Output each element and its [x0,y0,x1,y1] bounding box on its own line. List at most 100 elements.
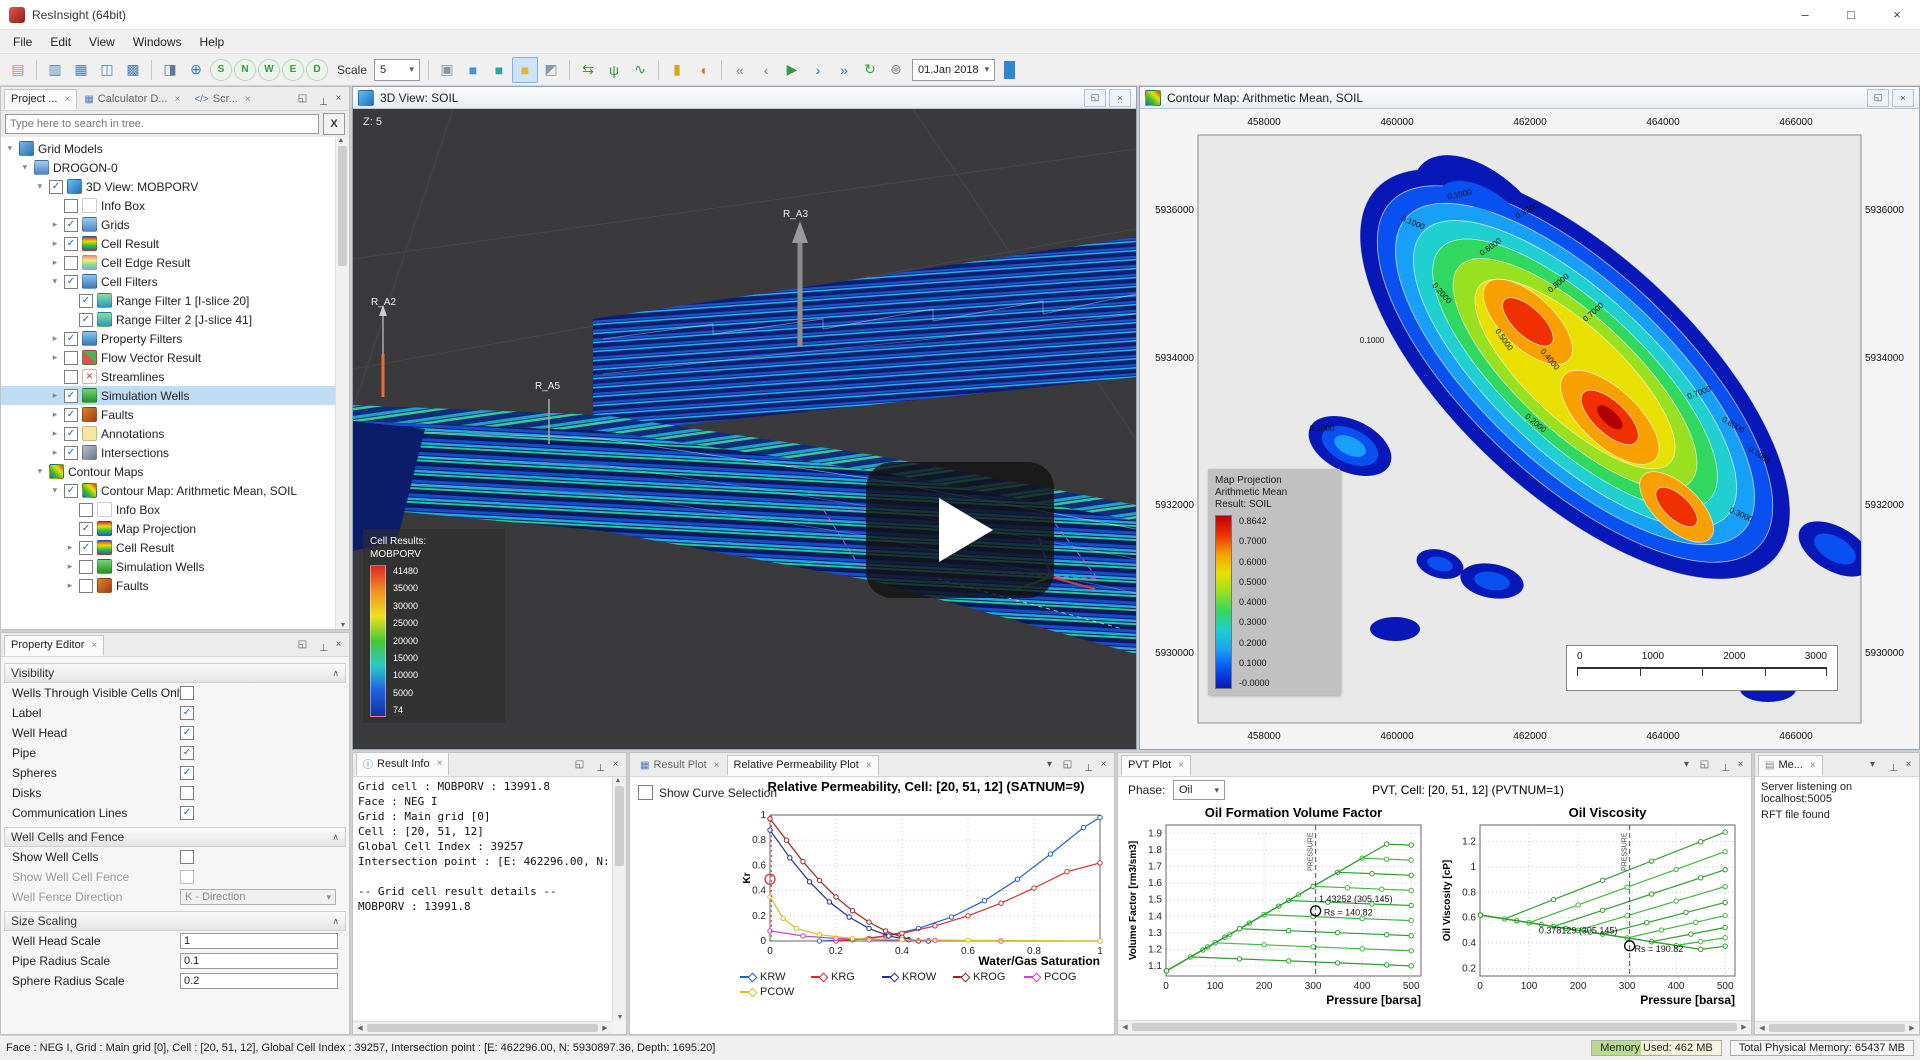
tree-item-checkbox[interactable] [79,503,93,517]
vertical-scrollbar[interactable]: ▲ ▼ [612,777,626,1021]
tree-item-checkbox[interactable] [64,199,78,213]
collapsed-arrow-icon[interactable]: ▸ [65,542,75,553]
create-well-path-button[interactable]: ∿ [627,57,653,83]
close-panel-icon[interactable]: × [608,757,623,772]
legend-item-krw[interactable]: KRW [740,971,811,983]
close-tab-icon[interactable]: × [866,760,872,771]
float-panel-icon[interactable]: ◱ [1060,757,1075,772]
show-grid-box-button[interactable]: ▣ [434,57,460,83]
scroll-left-icon[interactable]: ◀ [355,1024,365,1032]
property-checkbox[interactable] [180,870,194,884]
horizontal-scrollbar[interactable]: ◀ ▶ [1755,1021,1919,1034]
scroll-up-icon[interactable]: ▲ [336,137,346,144]
animation-step-back-button[interactable]: ‹ [753,57,779,83]
tree-item-flow-vector-result[interactable]: ▸Flow Vector Result [1,348,335,367]
scroll-down-icon[interactable]: ▼ [338,622,348,629]
collapsed-arrow-icon[interactable]: ▸ [50,409,60,420]
close-panel-icon[interactable]: × [331,637,346,652]
tree-item-contour-maps[interactable]: ▸Contour Maps [1,462,335,481]
tree-item-faults[interactable]: ▸✓Faults [1,405,335,424]
expanded-arrow-icon[interactable]: ▸ [35,467,46,477]
draw-style-surface-button[interactable]: ■ [460,57,486,83]
animation-settings-button[interactable]: ⊛ [883,57,909,83]
tab-pvt-plot[interactable]: PVT Plot × [1121,755,1191,776]
tree-item-checkbox[interactable]: ✓ [49,180,63,194]
open-project-button[interactable]: ▤ [5,57,31,83]
float-panel-icon[interactable]: ◱ [295,91,310,106]
tree-item-checkbox[interactable]: ✓ [64,389,78,403]
tree-item-grids[interactable]: ▸✓Grids [1,215,335,234]
hide-grid-cells-button[interactable]: ⇆ [575,57,601,83]
close-panel-icon[interactable]: × [331,91,346,106]
fvf-chart[interactable]: 01002003004005001.11.21.31.41.51.61.71.8… [1126,803,1431,1008]
tree-item-checkbox[interactable]: ✓ [64,484,78,498]
scroll-left-icon[interactable]: ◀ [1120,1023,1130,1031]
animation-play-button[interactable]: ▶ [779,57,805,83]
property-checkbox[interactable] [180,686,194,700]
new-plot-main-window-button[interactable]: ▥ [42,57,68,83]
view-from-west-button[interactable]: W [258,59,280,81]
restore-window-icon[interactable]: ◱ [1867,89,1889,107]
scrollbar-thumb[interactable] [1769,1024,1905,1032]
tree-item-checkbox[interactable] [64,370,78,384]
panel-menu-icon[interactable]: ▾ [1865,757,1880,772]
animation-skip-to-start-button[interactable]: « [727,57,753,83]
close-tab-icon[interactable]: × [245,94,251,105]
tree-item-checkbox[interactable]: ✓ [79,294,93,308]
collapse-section-icon[interactable]: ∧ [332,668,339,679]
menu-windows[interactable]: Windows [124,30,191,53]
tab-scr[interactable]: </>Scr...× [187,89,257,110]
property-checkbox[interactable]: ✓ [180,766,194,780]
close-panel-icon[interactable]: × [1096,757,1111,772]
tree-item-cell-edge-result[interactable]: ▸Cell Edge Result [1,253,335,272]
view-from-east-button[interactable]: E [282,59,304,81]
collapsed-arrow-icon[interactable]: ▸ [50,238,60,249]
property-checkbox[interactable]: ✓ [180,726,194,740]
pin-panel-icon[interactable]: ⊤ [1078,757,1093,772]
property-input-well-head-scale[interactable] [180,933,338,949]
pin-panel-icon[interactable]: ⊤ [313,637,328,652]
collapsed-arrow-icon[interactable]: ▸ [50,447,60,458]
legend-item-krow[interactable]: KROW [882,971,953,983]
scale-select[interactable]: 5▾ [374,59,420,81]
tree-item-checkbox[interactable]: ✓ [64,237,78,251]
tree-search-input[interactable] [5,114,319,134]
close-tab-icon[interactable]: × [64,94,70,105]
section-header-well-cells[interactable]: Well Cells and Fence ∧ [4,827,346,847]
view-from-south-button[interactable]: S [210,59,232,81]
tree-item-cell-result[interactable]: ▸✓Cell Result [1,234,335,253]
scrollbar-thumb[interactable] [338,146,347,266]
tree-item-faults[interactable]: ▸Faults [1,576,335,595]
animation-repeat-button[interactable]: ↻ [857,57,883,83]
window-layout-button[interactable]: ◨ [157,57,183,83]
tree-item-info-box[interactable]: Info Box [1,500,335,519]
tree-item-checkbox[interactable] [64,256,78,270]
pin-panel-icon[interactable]: ⊤ [313,91,328,106]
tree-item-property-filters[interactable]: ▸✓Property Filters [1,329,335,348]
horizontal-scrollbar[interactable]: ◀ ▶ [353,1021,612,1034]
float-panel-icon[interactable]: ◱ [572,757,587,772]
property-checkbox[interactable]: ✓ [180,706,194,720]
animation-skip-to-end-button[interactable]: » [831,57,857,83]
pin-panel-icon[interactable]: ⊤ [590,757,605,772]
close-tab-icon[interactable]: × [1178,760,1184,771]
close-tab-icon[interactable]: × [437,758,443,769]
tree-item-streamlines[interactable]: ✕Streamlines [1,367,335,386]
3d-view-titlebar[interactable]: 3D View: SOIL ◱ × [353,87,1136,109]
new-summary-plot-button[interactable]: ▦ [68,57,94,83]
property-checkbox[interactable] [180,850,194,864]
show-curve-selection-checkbox[interactable] [638,785,653,800]
relperm-chart[interactable]: 00.20.40.60.8100.20.40.60.81Water/Gas Sa… [740,811,1110,969]
property-input-pipe-radius-scale[interactable] [180,953,338,969]
expanded-arrow-icon[interactable]: ▸ [35,182,46,192]
tree-item-3d-view-mobporv[interactable]: ▸✓3D View: MOBPORV [1,177,335,196]
tree-item-checkbox[interactable] [79,579,93,593]
tab-relative-permeability-plot[interactable]: Relative Permeability Plot × [727,755,879,776]
phase-select[interactable]: Oil ▾ [1173,780,1225,800]
timestep-select[interactable]: 01.Jan 2018▾ [912,59,995,81]
legend-item-krg[interactable]: KRG [811,971,882,983]
tree-item-checkbox[interactable]: ✓ [79,522,93,536]
tree-scrollbar[interactable]: ▲ ▼ [335,137,349,629]
close-window-icon[interactable]: × [1892,89,1914,107]
close-tab-icon[interactable]: × [174,94,180,105]
